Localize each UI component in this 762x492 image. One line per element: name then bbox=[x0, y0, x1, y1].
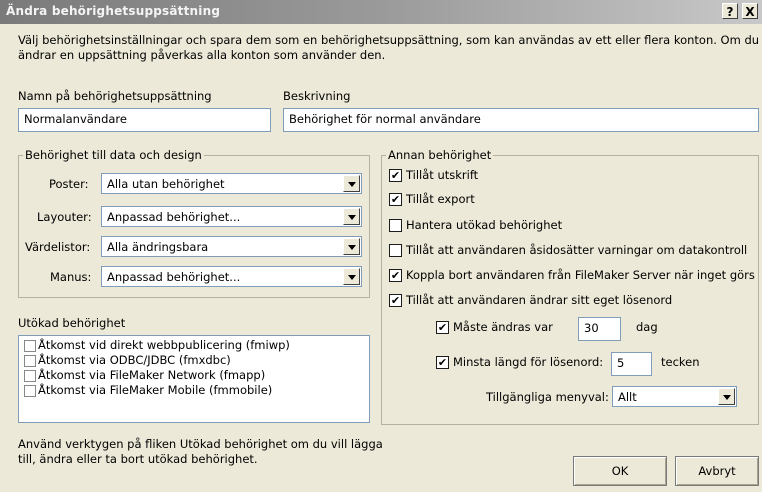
allow-print-checkbox[interactable]: ✔ bbox=[389, 169, 402, 182]
value-lists-select-value: Alla ändringsbara bbox=[107, 240, 209, 254]
intro-line-1: Välj behörighetsinställningar och spara … bbox=[18, 33, 760, 47]
layouts-select[interactable]: Anpassad behörighet... bbox=[101, 206, 362, 227]
override-validation-label: Tillåt att användaren åsidosätter varnin… bbox=[406, 243, 748, 257]
records-label: Poster: bbox=[49, 177, 89, 191]
extended-privileges-title: Utökad behörighet bbox=[18, 316, 126, 330]
scripts-select-value: Anpassad behörighet... bbox=[107, 270, 241, 284]
min-length-input[interactable]: 5 bbox=[611, 352, 652, 376]
list-item-checkbox[interactable] bbox=[24, 385, 36, 397]
change-password-checkbox[interactable]: ✔ bbox=[389, 294, 402, 307]
change-password-label: Tillåt att användaren ändrar sitt eget l… bbox=[406, 293, 673, 307]
title-bar: Ändra behörighetsuppsättning ? X bbox=[0, 0, 762, 24]
scripts-select[interactable]: Anpassad behörighet... bbox=[101, 266, 362, 287]
extended-privileges-list[interactable]: Åtkomst vid direkt webbpublicering (fmiw… bbox=[18, 335, 370, 423]
menu-options-label: Tillgängliga menyval: bbox=[486, 390, 609, 404]
layouts-select-value: Anpassad behörighet... bbox=[107, 210, 241, 224]
chevron-down-icon[interactable] bbox=[343, 238, 360, 255]
min-length-unit: tecken bbox=[661, 355, 700, 369]
chevron-down-icon[interactable] bbox=[343, 175, 360, 192]
list-item[interactable]: Åtkomst via FileMaker Network (fmapp) bbox=[23, 368, 363, 383]
disconnect-idle-label: Koppla bort användaren från FileMaker Se… bbox=[406, 268, 755, 282]
list-item-checkbox[interactable] bbox=[24, 370, 36, 382]
manage-extended-label: Hantera utökad behörighet bbox=[406, 218, 563, 232]
disconnect-idle-checkbox[interactable]: ✔ bbox=[389, 269, 402, 282]
allow-print-label: Tillåt utskrift bbox=[406, 168, 479, 182]
list-item-label: Åtkomst via FileMaker Network (fmapp) bbox=[38, 368, 266, 382]
description-input[interactable]: Behörighet för normal användare bbox=[283, 108, 759, 132]
list-item-checkbox[interactable] bbox=[24, 340, 36, 352]
help-button[interactable]: ? bbox=[722, 3, 738, 19]
other-privileges-group-title: Annan behörighet bbox=[386, 148, 494, 162]
list-item-label: Åtkomst vid direkt webbpublicering (fmiw… bbox=[38, 338, 290, 352]
records-select-value: Alla utan behörighet bbox=[107, 177, 225, 191]
override-validation-checkbox[interactable] bbox=[389, 244, 402, 257]
cancel-button[interactable]: Avbryt bbox=[675, 456, 759, 486]
manage-extended-checkbox[interactable] bbox=[389, 219, 402, 232]
menu-options-select-value: Allt bbox=[618, 390, 637, 404]
list-item-label: Åtkomst via FileMaker Mobile (fmmobile) bbox=[38, 383, 273, 397]
chevron-down-icon[interactable] bbox=[343, 208, 360, 225]
close-button[interactable]: X bbox=[742, 3, 758, 19]
allow-export-label: Tillåt export bbox=[406, 192, 475, 206]
chevron-down-icon[interactable] bbox=[718, 388, 735, 405]
set-name-label: Namn på behörighetsuppsättning bbox=[18, 89, 212, 103]
window-title: Ändra behörighetsuppsättning bbox=[6, 4, 221, 18]
layouts-label: Layouter: bbox=[37, 210, 92, 224]
scripts-label: Manus: bbox=[50, 270, 92, 284]
records-select[interactable]: Alla utan behörighet bbox=[101, 173, 362, 194]
must-change-label: Måste ändras var bbox=[453, 320, 553, 334]
list-item-checkbox[interactable] bbox=[24, 355, 36, 367]
chevron-down-icon[interactable] bbox=[343, 268, 360, 285]
allow-export-checkbox[interactable]: ✔ bbox=[389, 193, 402, 206]
list-item-label: Åtkomst via ODBC/JDBC (fmxdbc) bbox=[38, 353, 231, 367]
list-item[interactable]: Åtkomst vid direkt webbpublicering (fmiw… bbox=[23, 338, 363, 353]
list-item[interactable]: Åtkomst via ODBC/JDBC (fmxdbc) bbox=[23, 353, 363, 368]
data-design-group-title: Behörighet till data och design bbox=[23, 148, 204, 162]
value-lists-select[interactable]: Alla ändringsbara bbox=[101, 236, 362, 257]
must-change-unit: dag bbox=[636, 320, 658, 334]
min-length-label: Minsta längd för lösenord: bbox=[453, 355, 604, 369]
description-label: Beskrivning bbox=[283, 89, 351, 103]
intro-line-2: ändrar en uppsättning påverkas alla kont… bbox=[18, 48, 386, 62]
extended-hint-line-2: till, ändra eller ta bort utökad behörig… bbox=[18, 452, 258, 466]
extended-hint-line-1: Använd verktygen på fliken Utökad behöri… bbox=[18, 437, 383, 451]
list-item[interactable]: Åtkomst via FileMaker Mobile (fmmobile) bbox=[23, 383, 363, 398]
value-lists-label: Värdelistor: bbox=[25, 240, 91, 254]
must-change-days-input[interactable]: 30 bbox=[578, 317, 621, 341]
min-length-checkbox[interactable]: ✔ bbox=[436, 356, 449, 369]
must-change-checkbox[interactable]: ✔ bbox=[436, 321, 449, 334]
menu-options-select[interactable]: Allt bbox=[612, 386, 737, 407]
set-name-input[interactable]: Normalanvändare bbox=[18, 108, 271, 132]
ok-button[interactable]: OK bbox=[573, 456, 667, 486]
